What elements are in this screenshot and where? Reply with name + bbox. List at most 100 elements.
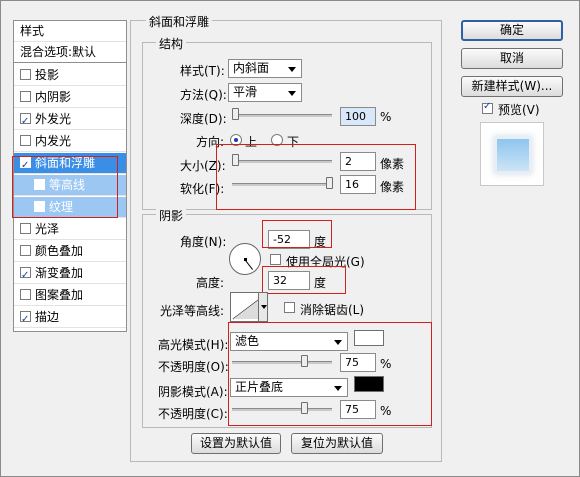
sidebar-item-label: 外发光 xyxy=(35,112,72,126)
technique-select[interactable]: 平滑 xyxy=(228,83,302,102)
altitude-input[interactable]: 32 xyxy=(268,271,310,290)
sidebar-item-inner-shadow[interactable]: 内阴影 xyxy=(14,87,126,108)
technique-select-value: 平滑 xyxy=(233,85,258,99)
checkbox[interactable] xyxy=(20,111,31,132)
shadow-opacity-slider[interactable] xyxy=(232,408,332,411)
shadow-mode-value: 正片叠底 xyxy=(235,380,284,394)
blending-options-label: 混合选项:默认 xyxy=(20,45,97,59)
checkbox[interactable] xyxy=(20,265,31,286)
checkbox[interactable] xyxy=(20,245,31,256)
style-select-value: 内斜面 xyxy=(233,61,270,75)
styles-header[interactable]: 样式 xyxy=(14,21,126,42)
direction-label: 方向: xyxy=(196,135,225,149)
antialias-checkbox[interactable] xyxy=(284,302,295,313)
checkbox[interactable] xyxy=(20,155,31,176)
highlight-color-swatch[interactable] xyxy=(354,330,384,346)
shadow-opacity-unit: % xyxy=(380,404,392,418)
blending-options-item[interactable]: 混合选项:默认 xyxy=(14,42,126,63)
soften-label: 软化(F): xyxy=(180,182,225,196)
highlight-mode-label: 高光模式(H): xyxy=(158,338,229,352)
checkbox[interactable] xyxy=(34,179,45,190)
sidebar-item-bevel-emboss[interactable]: 斜面和浮雕 xyxy=(14,153,126,176)
angle-input[interactable]: -52 xyxy=(268,230,310,249)
preview-checkbox[interactable] xyxy=(482,101,493,114)
new-style-button[interactable]: 新建样式(W)... xyxy=(461,76,563,97)
sidebar-item-texture[interactable]: 纹理 xyxy=(14,197,126,218)
shadow-opacity-label: 不透明度(C): xyxy=(158,407,228,421)
checkbox[interactable] xyxy=(20,289,31,300)
gloss-contour-label: 光泽等高线: xyxy=(160,304,225,318)
sidebar-item-satin[interactable]: 光泽 xyxy=(14,219,126,240)
depth-label: 深度(D): xyxy=(180,112,227,126)
chevron-down-icon xyxy=(334,340,342,345)
cancel-button[interactable]: 取消 xyxy=(461,48,563,69)
styles-header-label: 样式 xyxy=(20,24,45,38)
gloss-contour-dropdown[interactable] xyxy=(258,292,268,322)
size-slider-handle[interactable] xyxy=(232,154,239,166)
sidebar-item-outer-glow[interactable]: 外发光 xyxy=(14,109,126,132)
depth-slider[interactable] xyxy=(232,114,332,117)
chevron-down-icon xyxy=(288,67,296,72)
style-select[interactable]: 内斜面 xyxy=(228,59,302,78)
soften-input[interactable]: 16 xyxy=(340,175,376,194)
highlight-opacity-handle[interactable] xyxy=(301,355,308,367)
dial-needle-icon xyxy=(244,259,254,270)
size-input[interactable]: 2 xyxy=(340,152,376,171)
shadow-color-swatch[interactable] xyxy=(354,376,384,392)
global-light-checkbox[interactable] xyxy=(270,254,281,265)
depth-input[interactable]: 100 xyxy=(340,107,376,126)
sidebar-item-pattern-overlay[interactable]: 图案叠加 xyxy=(14,285,126,306)
sidebar-item-label: 投影 xyxy=(35,68,60,82)
highlight-opacity-slider[interactable] xyxy=(232,361,332,364)
ok-button[interactable]: 确定 xyxy=(461,20,563,41)
sidebar-item-color-overlay[interactable]: 颜色叠加 xyxy=(14,241,126,262)
soften-slider[interactable] xyxy=(232,183,332,186)
make-default-button[interactable]: 设置为默认值 xyxy=(191,433,281,454)
reset-default-button[interactable]: 复位为默认值 xyxy=(291,433,383,454)
direction-down-radio[interactable] xyxy=(271,134,283,146)
sidebar-item-label: 纹理 xyxy=(49,200,74,214)
checkbox[interactable] xyxy=(20,309,31,330)
altitude-unit: 度 xyxy=(314,276,327,290)
shadow-opacity-input[interactable]: 75 xyxy=(340,400,376,419)
angle-dial[interactable] xyxy=(229,243,261,275)
bevel-emboss-title: 斜面和浮雕 xyxy=(146,13,213,30)
sidebar-item-label: 描边 xyxy=(35,310,60,324)
checkbox[interactable] xyxy=(20,223,31,234)
shadow-opacity-handle[interactable] xyxy=(301,402,308,414)
sidebar-item-label: 内发光 xyxy=(35,134,72,148)
sidebar-item-label: 颜色叠加 xyxy=(35,244,84,258)
style-preview-thumbnail xyxy=(480,122,544,186)
antialias-label: 消除锯齿(L) xyxy=(300,303,365,317)
highlight-opacity-input[interactable]: 75 xyxy=(340,353,376,372)
highlight-mode-select[interactable]: 滤色 xyxy=(230,332,348,351)
sidebar-item-drop-shadow[interactable]: 投影 xyxy=(14,65,126,86)
highlight-mode-value: 滤色 xyxy=(235,334,260,348)
checkbox[interactable] xyxy=(20,135,31,146)
direction-up-label: 上 xyxy=(245,135,258,149)
checkbox[interactable] xyxy=(20,69,31,80)
sidebar-item-label: 图案叠加 xyxy=(35,288,84,302)
sidebar-item-inner-glow[interactable]: 内发光 xyxy=(14,131,126,152)
sidebar-item-contour[interactable]: 等高线 xyxy=(14,175,126,196)
sidebar-item-label: 斜面和浮雕 xyxy=(35,156,96,170)
shadow-mode-select[interactable]: 正片叠底 xyxy=(230,378,348,397)
soften-slider-handle[interactable] xyxy=(326,177,333,189)
highlight-opacity-label: 不透明度(O): xyxy=(158,360,229,374)
structure-title: 结构 xyxy=(156,35,187,52)
preview-swatch xyxy=(497,139,529,171)
angle-unit: 度 xyxy=(314,235,327,249)
sidebar-item-label: 内阴影 xyxy=(35,90,72,104)
sidebar-item-gradient-overlay[interactable]: 渐变叠加 xyxy=(14,263,126,286)
styles-list: 样式 混合选项:默认 投影 内阴影 外发光 内发光 斜面和浮雕 等高线 纹理 光… xyxy=(13,20,127,332)
sidebar-item-stroke[interactable]: 描边 xyxy=(14,307,126,330)
depth-slider-handle[interactable] xyxy=(232,108,239,120)
size-unit: 像素 xyxy=(380,157,405,171)
size-slider[interactable] xyxy=(232,160,332,163)
checkbox[interactable] xyxy=(34,201,45,212)
checkbox[interactable] xyxy=(20,91,31,102)
direction-up-radio[interactable] xyxy=(230,134,242,146)
highlight-opacity-unit: % xyxy=(380,357,392,371)
shading-title: 阴影 xyxy=(156,207,187,224)
chevron-down-icon xyxy=(334,386,342,391)
